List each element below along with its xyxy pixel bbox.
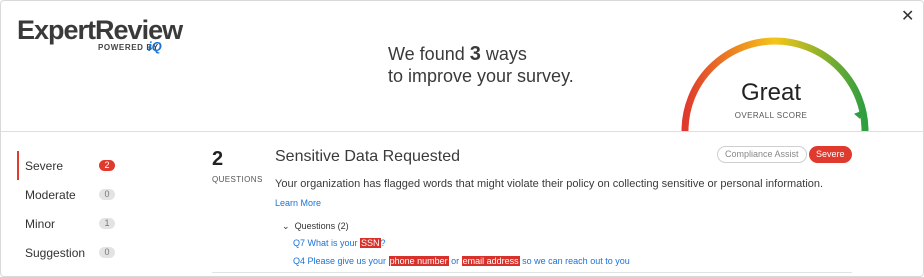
headline-suffix: ways	[485, 44, 527, 64]
sidebar-item-label: Suggestion	[25, 245, 86, 260]
flagged-word: SSN	[360, 238, 381, 248]
count-badge: 0	[99, 189, 115, 200]
issue-title: Sensitive Data Requested	[275, 148, 460, 165]
compliance-assist-badge: Compliance Assist	[717, 146, 807, 163]
score-label: Great	[740, 79, 802, 106]
sidebar-item-minor[interactable]: Minor 1	[17, 209, 127, 238]
severity-badge: Severe	[809, 146, 852, 163]
sidebar-item-label: Moderate	[25, 187, 76, 202]
summary-headline: We found 3 ways to improve your survey.	[388, 43, 574, 87]
headline-line2: to improve your survey.	[388, 66, 574, 86]
question-count-label: QUESTIONS	[212, 175, 263, 184]
flagged-word: phone number	[388, 256, 449, 266]
sidebar-item-moderate[interactable]: Moderate 0	[17, 180, 127, 209]
question-text: so we can reach out to you	[519, 256, 630, 266]
summary-header: ExpertReview POWERED BY iQ ✕ We found 3 …	[1, 1, 923, 132]
questions-toggle[interactable]: ⌄ Questions (2)	[282, 221, 349, 232]
issue-count: 3	[469, 43, 481, 65]
count-badge: 1	[99, 218, 115, 229]
chevron-down-icon: ⌄	[282, 221, 290, 231]
count-badge: 0	[99, 247, 115, 258]
headline-prefix: We found	[388, 44, 465, 64]
close-icon[interactable]: ✕	[901, 6, 914, 26]
question-text: ?	[380, 238, 386, 248]
question-text: Q4 Please give us your	[293, 256, 389, 266]
sidebar-item-label: Minor	[25, 216, 56, 231]
iq-logo: iQ	[148, 39, 162, 54]
learn-more-link[interactable]: Learn More	[275, 198, 321, 208]
question-text: or	[448, 256, 462, 266]
count-badge: 2	[99, 160, 115, 171]
divider	[212, 272, 852, 273]
severity-sidebar: Severe 2 Moderate 0 Minor 1 Suggestion 0	[17, 151, 127, 267]
score-sublabel: OVERALL SCORE	[734, 111, 808, 120]
sidebar-item-suggestion[interactable]: Suggestion 0	[17, 238, 127, 267]
sidebar-item-severe[interactable]: Severe 2	[17, 151, 127, 180]
flagged-word: email address	[461, 256, 520, 266]
sidebar-item-label: Severe	[25, 158, 64, 173]
expert-review-panel: ExpertReview POWERED BY iQ ✕ We found 3 …	[0, 0, 924, 277]
question-count: 2	[212, 148, 224, 170]
questions-toggle-label: Questions (2)	[294, 221, 349, 231]
question-link[interactable]: Q7 What is your SSN?	[293, 238, 386, 248]
question-text: Q7 What is your	[293, 238, 361, 248]
question-link[interactable]: Q4 Please give us your phone number or e…	[293, 256, 630, 266]
issue-description: Your organization has flagged words that…	[275, 178, 824, 190]
